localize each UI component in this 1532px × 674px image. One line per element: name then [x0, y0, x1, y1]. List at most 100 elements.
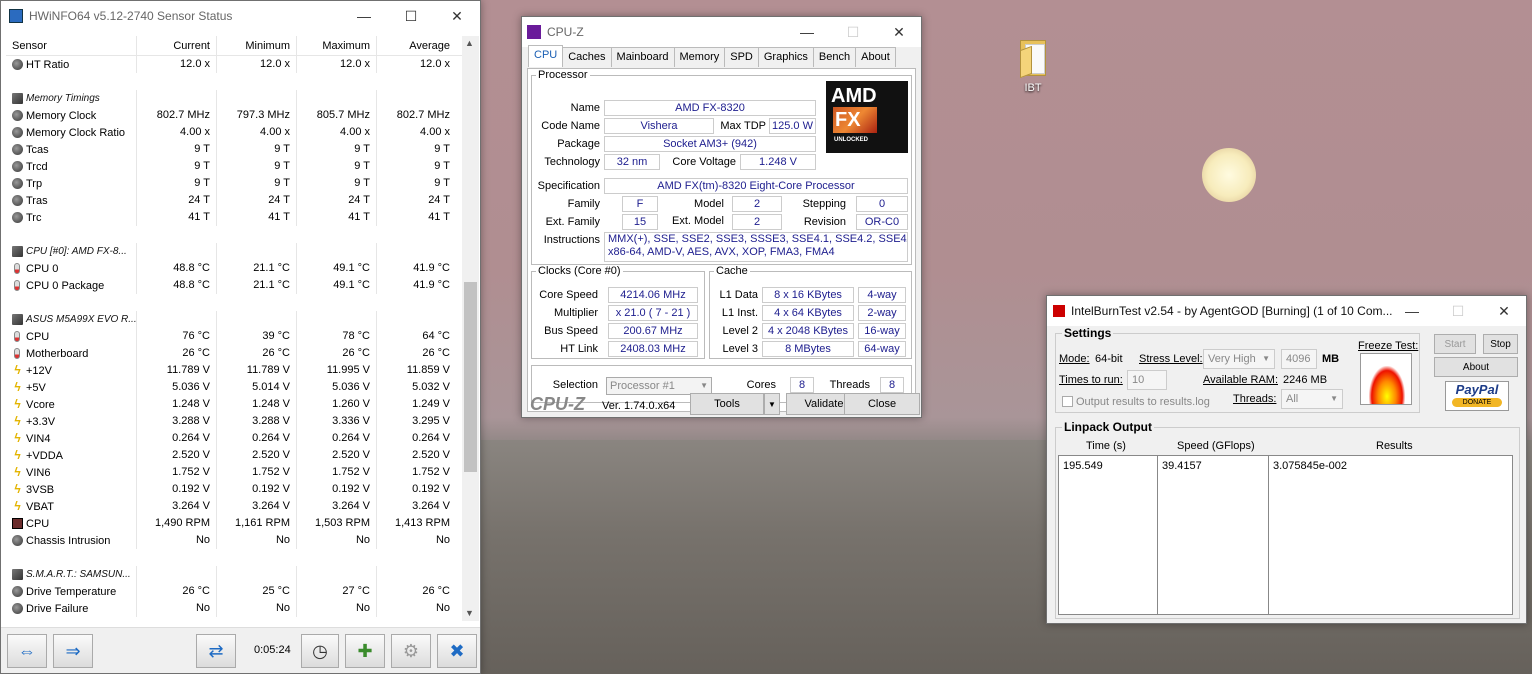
l2-value: 4 x 2048 KBytes [762, 323, 854, 339]
table-row[interactable]: ϟ +12V 11.789 V 11.789 V 11.995 V 11.859 V [6, 362, 462, 379]
table-row[interactable]: Tcas 9 T9 T9 T9 T [6, 141, 462, 158]
scroll-up-icon[interactable]: ▲ [465, 38, 474, 48]
close-button[interactable]: ✕ [876, 17, 922, 47]
output-checkbox[interactable] [1062, 396, 1073, 407]
clock-button[interactable]: ◷ [301, 634, 339, 668]
l1i-label: L1 Inst. [721, 307, 758, 319]
table-row[interactable]: Trcd 9 T9 T9 T9 T [6, 158, 462, 175]
linpack-output-list[interactable]: 195.549 39.4157 3.075845e-002 [1058, 455, 1513, 615]
col-header-sensor[interactable]: Sensor [6, 40, 136, 52]
sensor-name: 3VSB [26, 483, 55, 496]
tab-cpu[interactable]: CPU [528, 45, 564, 67]
current-value: 1,490 RPM [136, 515, 216, 532]
table-row[interactable]: ϟ +VDDA 2.520 V 2.520 V 2.520 V 2.520 V [6, 447, 462, 464]
sensor-name: CPU [#0]: AMD FX-8... [26, 246, 127, 257]
scrollbar-thumb[interactable] [464, 282, 477, 472]
sensor-name: +12V [26, 364, 52, 377]
minimize-button[interactable]: — [1389, 296, 1435, 326]
table-row[interactable]: CPU 1,490 RPM 1,161 RPM 1,503 RPM 1,413 RPM [6, 515, 462, 532]
table-row[interactable]: ϟ +5V 5.036 V 5.014 V 5.036 V 5.032 V [6, 379, 462, 396]
col-header-maximum[interactable]: Maximum [296, 36, 376, 55]
sensor-group-header[interactable]: CPU [#0]: AMD FX-8... [6, 243, 462, 260]
tab-caches[interactable]: Caches [562, 47, 612, 67]
close-button[interactable]: ✕ [434, 1, 480, 31]
close-app-button[interactable]: Close [844, 393, 920, 415]
close-button[interactable]: ✕ [1481, 296, 1527, 326]
paypal-donate-button[interactable]: PayPal DONATE [1445, 381, 1509, 411]
sensor-name-cell: CPU 0 Package [6, 280, 136, 292]
table-row[interactable]: Drive Failure No No No No [6, 600, 462, 617]
window-title: CPU-Z [547, 25, 584, 39]
exit-button[interactable]: ✖ [437, 634, 477, 668]
table-row[interactable]: Drive Temperature 26 °C 25 °C 27 °C 26 °C [6, 583, 462, 600]
collapse-arrows-button[interactable]: ⇒ [53, 634, 93, 668]
lightning-icon: ϟ [14, 500, 21, 513]
times-to-run-input[interactable]: 10 [1127, 370, 1167, 390]
sensor-group-header[interactable]: ASUS M5A99X EVO R... [6, 311, 462, 328]
maximum-value: 0.192 V [296, 481, 376, 498]
maximize-button[interactable]: ☐ [388, 1, 434, 31]
table-row[interactable]: ϟ Vcore 1.248 V 1.248 V 1.260 V 1.249 V [6, 396, 462, 413]
threads-label: Threads [829, 379, 870, 391]
hwinfo-window[interactable]: HWiNFO64 v5.12-2740 Sensor Status — ☐ ✕ … [0, 0, 481, 674]
table-row[interactable]: ϟ VIN4 0.264 V 0.264 V 0.264 V 0.264 V [6, 430, 462, 447]
ibt-titlebar[interactable]: IntelBurnTest v2.54 - by AgentGOD [Burni… [1047, 296, 1526, 326]
maximum-value: 78 °C [296, 328, 376, 345]
folder-icon [1016, 38, 1050, 79]
table-row[interactable]: Memory Clock 802.7 MHz 797.3 MHz 805.7 MHz 8… [6, 107, 462, 124]
desktop-icon-ibt[interactable]: IBT [1010, 38, 1056, 94]
table-row[interactable]: Memory Clock Ratio 4.00 x 4.00 x 4.00 x 4.00… [6, 124, 462, 141]
current-value [136, 90, 216, 107]
table-row[interactable]: CPU 0 48.8 °C 21.1 °C 49.1 °C 41.9 °C [6, 260, 462, 277]
col-header-average[interactable]: Average [376, 36, 456, 55]
col-header-minimum[interactable]: Minimum [216, 36, 296, 55]
table-row[interactable]: Chassis Intrusion No No No No [6, 532, 462, 549]
expand-arrows-button[interactable]: ⇔ [7, 634, 47, 668]
tab-about[interactable]: About [855, 47, 896, 67]
stress-level-select[interactable]: Very High ▼ [1203, 349, 1275, 369]
about-button[interactable]: About [1434, 357, 1518, 377]
sensor-table[interactable]: Sensor Current Minimum Maximum Average H… [6, 36, 462, 621]
table-row[interactable]: CPU 76 °C 39 °C 78 °C 64 °C [6, 328, 462, 345]
table-row[interactable]: Trp 9 T9 T9 T9 T [6, 175, 462, 192]
vertical-scrollbar[interactable]: ▲ ▼ [462, 36, 479, 621]
cpuz-titlebar[interactable]: CPU-Z — ☐ ✕ [522, 17, 921, 47]
tab-memory[interactable]: Memory [673, 47, 726, 67]
col-header-current[interactable]: Current [136, 36, 216, 55]
tools-button[interactable]: Tools [690, 393, 764, 415]
tab-bench[interactable]: Bench [812, 47, 857, 67]
hwinfo-titlebar[interactable]: HWiNFO64 v5.12-2740 Sensor Status — ☐ ✕ [1, 1, 480, 31]
minimize-button[interactable]: — [341, 1, 387, 31]
table-row[interactable]: CPU 0 Package 48.8 °C 21.1 °C 49.1 °C 41.9 °… [6, 277, 462, 294]
sensor-group-header[interactable]: S.M.A.R.T.: SAMSUN... [6, 566, 462, 583]
table-row[interactable]: Motherboard 26 °C 26 °C 26 °C 26 °C [6, 345, 462, 362]
table-row[interactable]: ϟ 3VSB 0.192 V 0.192 V 0.192 V 0.192 V [6, 481, 462, 498]
settings-button[interactable]: ⚙ [391, 634, 431, 668]
tab-spd[interactable]: SPD [724, 47, 759, 67]
log-button[interactable]: ✚ [345, 634, 385, 668]
memory-size-input[interactable]: 4096 [1281, 349, 1317, 369]
sensor-name-cell: Tras [6, 195, 136, 207]
table-row[interactable]: Trc 41 T 41 T 41 T 41 T [6, 209, 462, 226]
freeze-test-button[interactable] [1360, 353, 1412, 405]
sensor-group-header[interactable]: Memory Timings [6, 90, 462, 107]
tools-dropdown-button[interactable]: ▼ [764, 393, 780, 415]
minimize-button[interactable]: — [784, 17, 830, 47]
stop-button[interactable]: Stop [1483, 334, 1518, 354]
tab-mainboard[interactable]: Mainboard [610, 47, 675, 67]
average-value: 0.192 V [376, 481, 456, 498]
revision-value: OR-C0 [856, 214, 908, 230]
current-value: 1.248 V [136, 396, 216, 413]
tab-graphics[interactable]: Graphics [757, 47, 814, 67]
table-row[interactable]: ϟ VIN6 1.752 V 1.752 V 1.752 V 1.752 V [6, 464, 462, 481]
scroll-down-icon[interactable]: ▼ [465, 608, 474, 618]
maximum-value: No [296, 532, 376, 549]
table-row[interactable]: ϟ VBAT 3.264 V 3.264 V 3.264 V 3.264 V [6, 498, 462, 515]
network-button[interactable]: ⇄ [196, 634, 236, 668]
table-row[interactable]: ϟ +3.3V 3.288 V 3.288 V 3.336 V 3.295 V [6, 413, 462, 430]
table-row[interactable]: Tras 24 T 24 T 24 T 24 T [6, 192, 462, 209]
cpuz-window[interactable]: CPU-Z — ☐ ✕ CPU Caches Mainboard Memory … [521, 16, 922, 418]
threads-select[interactable]: All ▼ [1281, 389, 1343, 409]
table-row[interactable]: HT Ratio 12.0 x 12.0 x 12.0 x 12.0 x [6, 56, 462, 73]
model-value: 2 [732, 196, 782, 212]
